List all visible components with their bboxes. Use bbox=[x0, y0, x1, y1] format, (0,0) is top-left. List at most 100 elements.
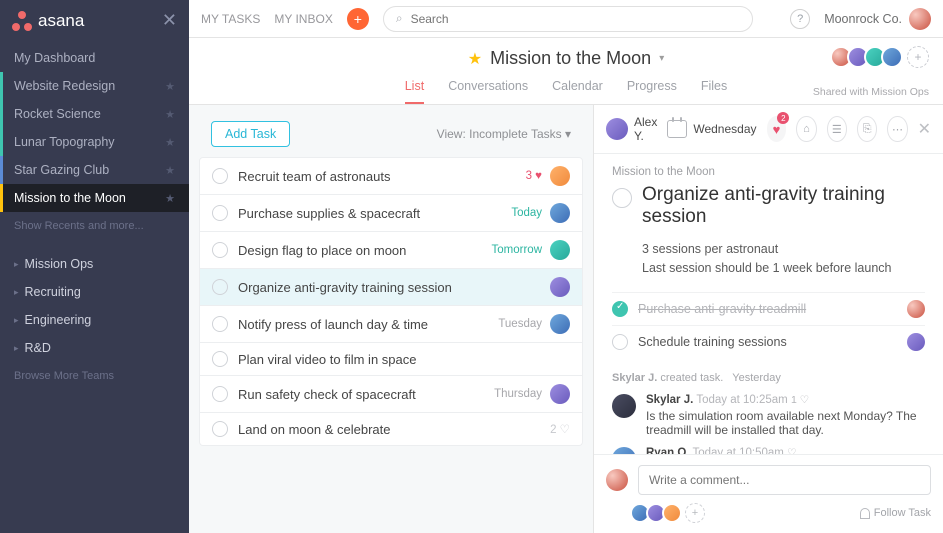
task-row[interactable]: Purchase supplies & spacecraftToday bbox=[199, 195, 583, 232]
search-icon: ⌕ bbox=[396, 11, 403, 26]
sidebar-team-item[interactable]: ▸Mission Ops bbox=[0, 250, 189, 278]
sidebar-project-item[interactable]: Mission to the Moon ★ bbox=[0, 184, 189, 212]
tags-icon[interactable]: ⌂ bbox=[796, 116, 816, 142]
sidebar-project-item[interactable]: Lunar Topography ★ bbox=[0, 128, 189, 156]
due-date-field[interactable]: Wednesday bbox=[667, 120, 756, 138]
comment-time: Today at 10:50am bbox=[692, 447, 783, 455]
sidebar-my-dashboard[interactable]: My Dashboard bbox=[0, 41, 189, 72]
task-row[interactable]: Plan viral video to film in space bbox=[199, 343, 583, 376]
browse-teams-link[interactable]: Browse More Teams bbox=[0, 362, 189, 390]
global-add-button[interactable]: + bbox=[347, 8, 369, 30]
tab-files[interactable]: Files bbox=[701, 79, 727, 104]
like-button[interactable]: ♡ bbox=[787, 447, 796, 455]
subtask-row[interactable]: Purchase anti-gravity treadmill bbox=[612, 292, 925, 325]
sidebar-team-item[interactable]: ▸Engineering bbox=[0, 306, 189, 334]
favorite-star-icon[interactable]: ★ bbox=[165, 136, 175, 149]
subtask-name: Purchase anti-gravity treadmill bbox=[638, 302, 897, 316]
task-name: Run safety check of spacecraft bbox=[238, 387, 484, 402]
complete-checkbox[interactable] bbox=[612, 334, 628, 350]
complete-checkbox[interactable] bbox=[612, 301, 628, 317]
task-row[interactable]: Land on moon & celebrate 2 ♡ bbox=[199, 413, 583, 446]
add-task-button[interactable]: Add Task bbox=[211, 121, 290, 147]
help-icon[interactable]: ? bbox=[790, 9, 810, 29]
assignee-field[interactable]: Alex Y. bbox=[606, 115, 657, 143]
more-actions-icon[interactable]: ⋯ bbox=[887, 116, 907, 142]
complete-task-checkbox[interactable] bbox=[612, 188, 632, 208]
tab-progress[interactable]: Progress bbox=[627, 79, 677, 104]
complete-checkbox[interactable] bbox=[212, 279, 228, 295]
complete-checkbox[interactable] bbox=[212, 351, 228, 367]
favorite-star-icon[interactable]: ★ bbox=[165, 108, 175, 121]
task-name: Land on moon & celebrate bbox=[238, 422, 540, 437]
task-title[interactable]: Organize anti-gravity training session bbox=[642, 184, 925, 228]
complete-checkbox[interactable] bbox=[212, 242, 228, 258]
sidebar-project-item[interactable]: Rocket Science ★ bbox=[0, 100, 189, 128]
complete-checkbox[interactable] bbox=[212, 168, 228, 184]
complete-checkbox[interactable] bbox=[212, 205, 228, 221]
project-label: Lunar Topography bbox=[14, 135, 115, 149]
shared-with-label: Shared with Mission Ops bbox=[813, 86, 929, 98]
task-name: Organize anti-gravity training session bbox=[238, 280, 540, 295]
comment-text: Is the simulation room available next Mo… bbox=[646, 409, 925, 437]
task-name: Design flag to place on moon bbox=[238, 243, 482, 258]
member-avatar[interactable] bbox=[881, 46, 903, 68]
sidebar-project-item[interactable]: Star Gazing Club★ bbox=[0, 156, 189, 184]
nav-my-tasks[interactable]: MY TASKS bbox=[201, 12, 260, 26]
comment-input[interactable] bbox=[638, 465, 931, 495]
like-count[interactable]: 1 ♡ bbox=[791, 394, 809, 406]
add-member-button[interactable]: + bbox=[907, 46, 929, 68]
search-input[interactable] bbox=[411, 12, 740, 26]
follower-avatar[interactable] bbox=[662, 503, 682, 523]
project-title[interactable]: ★ Mission to the Moon ▾ bbox=[468, 48, 664, 69]
complete-checkbox[interactable] bbox=[212, 386, 228, 402]
comment: Ryan O. Today at 10:50am ♡It's available… bbox=[612, 447, 925, 455]
tab-calendar[interactable]: Calendar bbox=[552, 79, 603, 104]
tab-conversations[interactable]: Conversations bbox=[448, 79, 528, 104]
search-box[interactable]: ⌕ bbox=[383, 6, 753, 32]
task-row[interactable]: Run safety check of spacecraftThursday bbox=[199, 376, 583, 413]
show-recents-link[interactable]: Show Recents and more... bbox=[0, 212, 189, 240]
task-row[interactable]: Recruit team of astronauts 3 ♥ bbox=[199, 157, 583, 195]
team-label: Mission Ops bbox=[25, 257, 94, 271]
project-breadcrumb[interactable]: Mission to the Moon bbox=[612, 166, 925, 178]
project-members: + bbox=[835, 46, 929, 68]
due-date-label: Wednesday bbox=[693, 122, 756, 136]
project-label: Mission to the Moon bbox=[14, 191, 126, 205]
comment: Skylar J. Today at 10:25am 1 ♡Is the sim… bbox=[612, 394, 925, 437]
add-follower-button[interactable]: + bbox=[685, 503, 705, 523]
favorite-star-icon[interactable]: ★ bbox=[165, 192, 175, 205]
close-detail-icon[interactable]: ✕ bbox=[918, 119, 931, 139]
chevron-down-icon[interactable]: ▾ bbox=[659, 53, 664, 64]
workspace-menu[interactable]: Moonrock Co. bbox=[824, 8, 931, 30]
view-filter-dropdown[interactable]: View: Incomplete Tasks ▾ bbox=[437, 127, 571, 141]
task-row[interactable]: Organize anti-gravity training session bbox=[199, 269, 583, 306]
tab-list[interactable]: List bbox=[405, 79, 424, 104]
task-row[interactable]: Design flag to place on moonTomorrow bbox=[199, 232, 583, 269]
favorite-star-icon[interactable]: ★ bbox=[165, 164, 175, 177]
nav-my-inbox[interactable]: MY INBOX bbox=[274, 12, 332, 26]
task-row[interactable]: Notify press of launch day & timeTuesday bbox=[199, 306, 583, 343]
project-label: Rocket Science bbox=[14, 107, 101, 121]
sidebar-collapse-icon[interactable]: ✕ bbox=[162, 10, 177, 31]
sidebar-project-item[interactable]: Website Redesign★ bbox=[0, 72, 189, 100]
task-name: Plan viral video to film in space bbox=[238, 352, 560, 367]
like-button[interactable]: ♥2 bbox=[767, 116, 787, 142]
heart-icon: 2 ♡ bbox=[550, 422, 570, 436]
task-name: Recruit team of astronauts bbox=[238, 169, 516, 184]
subtask-icon[interactable]: ☰ bbox=[827, 116, 847, 142]
favorite-star-icon[interactable]: ★ bbox=[165, 80, 175, 93]
task-description[interactable]: 3 sessions per astronaut Last session sh… bbox=[642, 240, 925, 278]
heart-icon: 3 ♥ bbox=[526, 170, 542, 182]
subtask-row[interactable]: Schedule training sessions bbox=[612, 325, 925, 358]
star-icon[interactable]: ★ bbox=[468, 49, 482, 69]
sidebar-team-item[interactable]: ▸Recruiting bbox=[0, 278, 189, 306]
attachment-icon[interactable]: ⎘ bbox=[857, 116, 877, 142]
assignee-avatar bbox=[550, 314, 570, 334]
chevron-down-icon: ▾ bbox=[565, 127, 571, 141]
follow-task-button[interactable]: Follow Task bbox=[860, 507, 931, 519]
logo[interactable]: asana bbox=[12, 11, 162, 31]
complete-checkbox[interactable] bbox=[212, 421, 228, 437]
sidebar-team-item[interactable]: ▸R&D bbox=[0, 334, 189, 362]
complete-checkbox[interactable] bbox=[212, 316, 228, 332]
view-filter-label: View: Incomplete Tasks bbox=[437, 127, 562, 141]
